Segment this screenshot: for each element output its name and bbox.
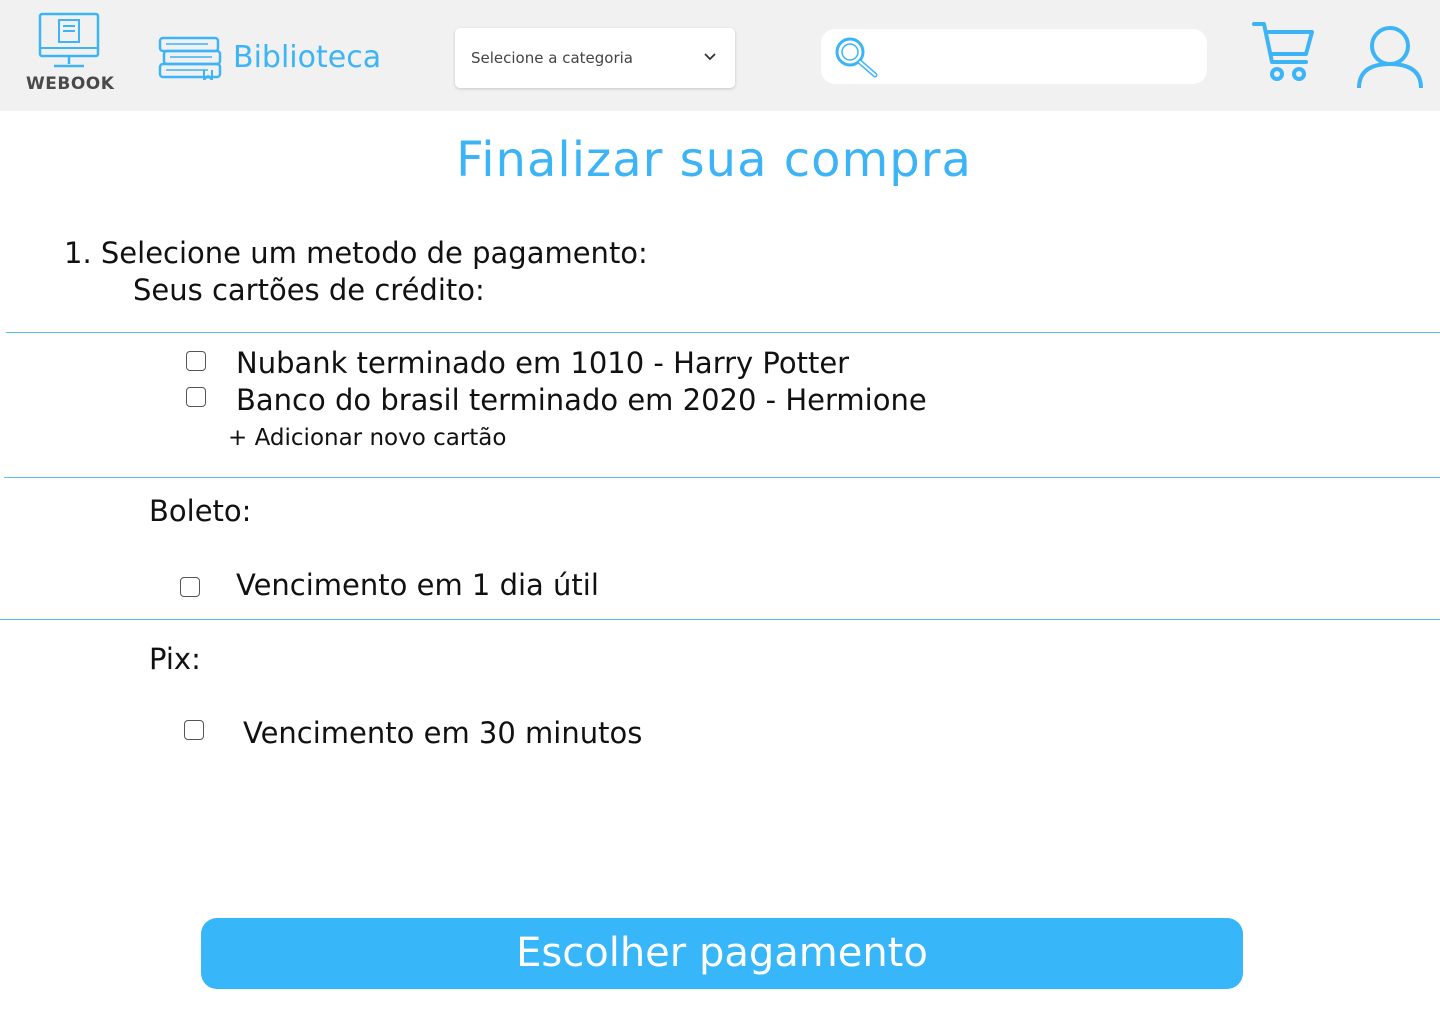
search-input[interactable] xyxy=(821,29,1207,84)
add-card-link[interactable]: + Adicionar novo cartão xyxy=(228,425,506,451)
search-icon[interactable] xyxy=(833,35,879,79)
cart-icon[interactable] xyxy=(1252,20,1316,84)
boleto-checkbox[interactable] xyxy=(180,577,200,597)
divider xyxy=(0,619,1440,620)
step-label: 1. Selecione um metodo de pagamento: xyxy=(64,236,648,270)
boleto-label: Boleto: xyxy=(149,494,252,528)
logo-text: WEBOOK xyxy=(26,74,115,94)
pix-option: Vencimento em 30 minutos xyxy=(243,716,643,750)
boleto-option: Vencimento em 1 dia útil xyxy=(236,568,599,602)
computer-book-icon xyxy=(38,12,100,68)
category-select[interactable]: Selecione a categoria xyxy=(455,28,735,88)
divider xyxy=(6,332,1440,333)
user-icon[interactable] xyxy=(1356,24,1424,92)
pix-label: Pix: xyxy=(149,642,201,676)
top-bar: WEBOOK Biblioteca Selecione a categoria xyxy=(0,0,1440,111)
card-option-1: Nubank terminado em 1010 - Harry Potter xyxy=(236,346,850,380)
page-title: Finalizar sua compra xyxy=(456,132,972,188)
pix-checkbox[interactable] xyxy=(184,720,204,740)
choose-payment-button[interactable]: Escolher pagamento xyxy=(201,918,1243,989)
library-link[interactable]: Biblioteca xyxy=(233,40,381,75)
credit-cards-label: Seus cartões de crédito: xyxy=(133,273,485,307)
books-icon[interactable] xyxy=(158,34,222,84)
chevron-down-icon xyxy=(704,53,716,61)
card-checkbox-2[interactable] xyxy=(186,387,206,407)
card-option-2: Banco do brasil terminado em 2020 - Herm… xyxy=(236,383,927,417)
webook-logo[interactable]: WEBOOK xyxy=(26,12,114,96)
divider xyxy=(4,477,1440,478)
category-select-value: Selecione a categoria xyxy=(471,49,633,67)
card-checkbox-1[interactable] xyxy=(186,351,206,371)
